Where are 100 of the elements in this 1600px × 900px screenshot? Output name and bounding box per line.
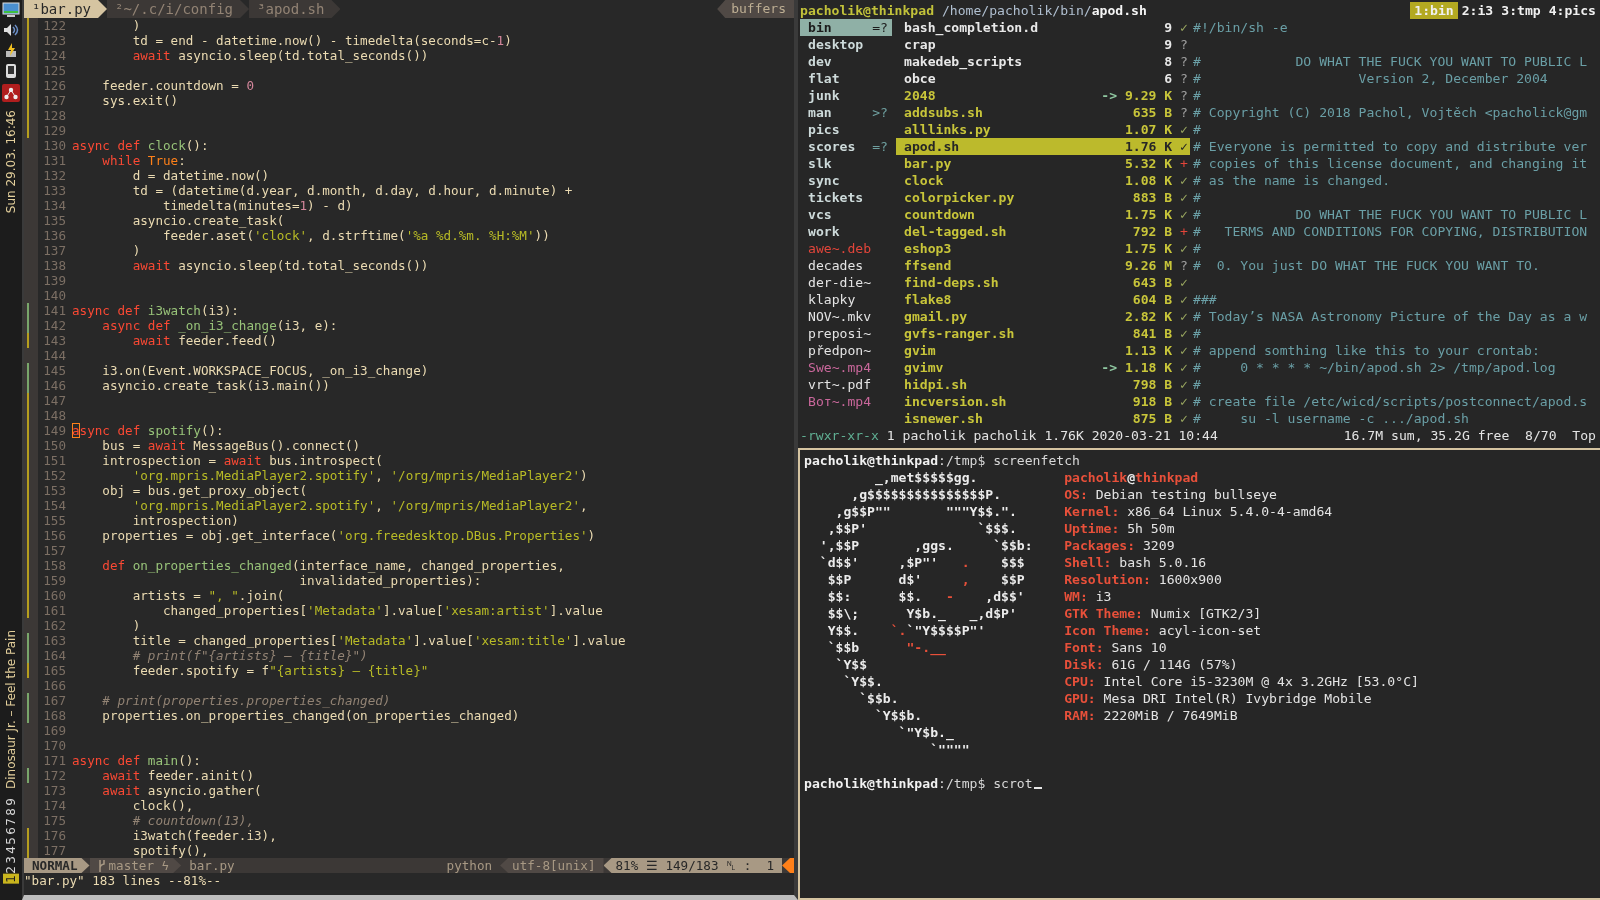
git-status-mark: ✓ (1180, 172, 1188, 189)
entry-name: incversion.sh (904, 393, 1007, 410)
buffers-label: buffers (717, 0, 794, 18)
directory-row[interactable]: vrt~.pdf (800, 376, 892, 393)
line-number: 149 (42, 423, 66, 438)
directory-row[interactable]: vcs (800, 206, 892, 223)
entry-name: der-die~ (808, 274, 872, 291)
line-number: 161 (42, 603, 66, 618)
line-number: 123 (42, 33, 66, 48)
entry-tag: >? (872, 104, 888, 121)
file-row[interactable]: incversion.sh 918 B ✓ (896, 393, 1190, 410)
workspace-button[interactable]: 6 (3, 826, 19, 836)
line-number: 164 (42, 648, 66, 663)
directory-row[interactable]: tickets (800, 189, 892, 206)
file-row[interactable]: countdown 1.75 K ✓ (896, 206, 1190, 223)
file-row[interactable]: flake8 604 B ✓ (896, 291, 1190, 308)
preview-line: # Today’s NASA Astronomy Picture of the Day as a w (1192, 308, 1588, 325)
file-row[interactable]: find-deps.sh 643 B ✓ (896, 274, 1190, 291)
ranger-tab[interactable]: 4:pics (1544, 2, 1600, 19)
git-status-mark: ✓ (1180, 410, 1188, 427)
directory-row[interactable]: Swe~.mp4 (800, 359, 892, 376)
entry-name: flake8 (904, 291, 952, 308)
entry-name: decades (808, 257, 864, 274)
directory-row[interactable]: předpon~ (800, 342, 892, 359)
file-row[interactable]: eshop3 1.75 K ✓ (896, 240, 1190, 257)
directory-row[interactable]: flat (800, 70, 892, 87)
file-row[interactable]: addsubs.sh 635 B ? (896, 104, 1190, 121)
workspace-button[interactable]: 7 (3, 816, 19, 827)
directory-row[interactable]: dev (800, 53, 892, 70)
file-row[interactable]: bash_completion.d 9 ✓ (896, 19, 1190, 36)
workspace-button[interactable]: 8 (3, 806, 19, 817)
entry-tag: =? (872, 138, 888, 155)
file-row[interactable]: gvimv -> 1.18 K ✓ (896, 359, 1190, 376)
directory-row[interactable]: junk (800, 87, 892, 104)
workspace-button[interactable]: 3 (3, 855, 19, 865)
line-number: 134 (42, 198, 66, 213)
lightning-icon[interactable] (3, 42, 19, 58)
file-row[interactable]: bar.py 5.32 K + (896, 155, 1190, 172)
directory-row[interactable]: work (800, 223, 892, 240)
system-info-line: Shell: bash 5.0.16 (1064, 554, 1208, 571)
git-status-mark: ✓ (1180, 189, 1188, 206)
editor-tab[interactable]: ¹bar.py (24, 0, 107, 18)
workspace-button[interactable]: 4 (3, 845, 19, 856)
directory-row[interactable]: decades (800, 257, 892, 274)
file-row[interactable]: alllinks.py 1.07 K ✓ (896, 121, 1190, 138)
file-row[interactable]: gvfs-ranger.sh 841 B ✓ (896, 325, 1190, 342)
monitor-icon[interactable] (2, 2, 20, 18)
preview-line: # (1192, 240, 1201, 257)
preview-line: # Version 2, December 2004 (1192, 70, 1548, 87)
line-number: 153 (42, 483, 66, 498)
file-row[interactable]: colorpicker.py 883 B ✓ (896, 189, 1190, 206)
file-size: 1.75 K (1124, 206, 1173, 223)
git-status-mark: ✓ (1180, 240, 1188, 257)
file-row[interactable]: isnewer.sh 875 B ✓ (896, 410, 1190, 427)
directory-row[interactable]: preposi~ (800, 325, 892, 342)
directory-row[interactable]: slk (800, 155, 892, 172)
ranger-tab[interactable]: 2:i3 (1457, 2, 1498, 19)
file-row[interactable]: obce 6 ? (896, 70, 1190, 87)
text-cursor (1033, 787, 1042, 789)
directory-row[interactable]: scores =? (800, 138, 892, 155)
git-status-mark: + (1180, 155, 1188, 172)
line-number: 135 (42, 213, 66, 228)
directory-row[interactable]: sync (800, 172, 892, 189)
file-row[interactable]: gvim 1.13 K ✓ (896, 342, 1190, 359)
file-row[interactable]: crap 9 ? (896, 36, 1190, 53)
directory-row[interactable]: der-die~ (800, 274, 892, 291)
file-row[interactable]: makedeb_scripts 8 ? (896, 53, 1190, 70)
file-row[interactable]: gmail.py 2.82 K ✓ (896, 308, 1190, 325)
file-row[interactable]: clock 1.08 K ✓ (896, 172, 1190, 189)
file-size: 1.13 K (1124, 342, 1173, 359)
file-row[interactable]: hidpi.sh 798 B ✓ (896, 376, 1190, 393)
file-row[interactable]: 2048 -> 9.29 K ? (896, 87, 1190, 104)
file-row[interactable]: ffsend 9.26 M ? (896, 257, 1190, 274)
workspace-button[interactable]: 9 (3, 797, 19, 807)
workspace-button[interactable]: 5 (3, 835, 19, 846)
ranger-tab[interactable]: 3:tmp (1497, 2, 1545, 19)
now-playing-text: Dinosaur Jr. – Feel the Pain (3, 630, 19, 790)
directory-row[interactable]: NOV~.mkv (800, 308, 892, 325)
line-number: 144 (42, 348, 66, 363)
directory-row[interactable]: klapky (800, 291, 892, 308)
directory-row[interactable]: man >? (800, 104, 892, 121)
logo-ascii-art: _,met$$$$$gg. ,g$$$$$$$$$$$$$$$P. ,g$$P"" """Y$$.". ,$$P' `$$$. ',$$P ,ggs. `$$b: `d$$' ,$P"' . $$$ $$P d$' , $$P $$: $$. - ,d$$' $$\; Y$b._ _,d$P' Y$$. `.`"Y$$$$P"' `$$b "-.__ `Y$$ `Y$$. `$$b. `Y$$b. `"Y$b._ `"""" (818, 469, 1034, 758)
file-row[interactable]: del-tagged.sh 792 B + (896, 223, 1190, 240)
entry-name: gvimv (904, 359, 944, 376)
entry-name: work (808, 223, 840, 240)
directory-row[interactable]: awe~.deb (800, 240, 892, 257)
file-row[interactable]: apod.sh 1.76 K ✓ (896, 138, 1190, 155)
speaker-icon[interactable] (2, 23, 20, 37)
directory-row[interactable]: bin =? (800, 19, 892, 36)
workspace-button[interactable]: 2 (3, 864, 19, 875)
git-status-mark: ✓ (1180, 393, 1188, 410)
directory-row[interactable]: pics (800, 121, 892, 138)
file-size: 1.75 K (1124, 240, 1173, 257)
directory-row[interactable]: Bот~.mp4 (800, 393, 892, 410)
network-icon[interactable] (2, 84, 20, 102)
phone-icon[interactable] (5, 63, 17, 79)
workspace-button[interactable]: 1 (3, 874, 19, 884)
system-info-line: GTK Theme: Numix [GTK2/3] (1064, 605, 1263, 622)
line-number: 147 (42, 393, 66, 408)
directory-row[interactable]: desktop (800, 36, 892, 53)
